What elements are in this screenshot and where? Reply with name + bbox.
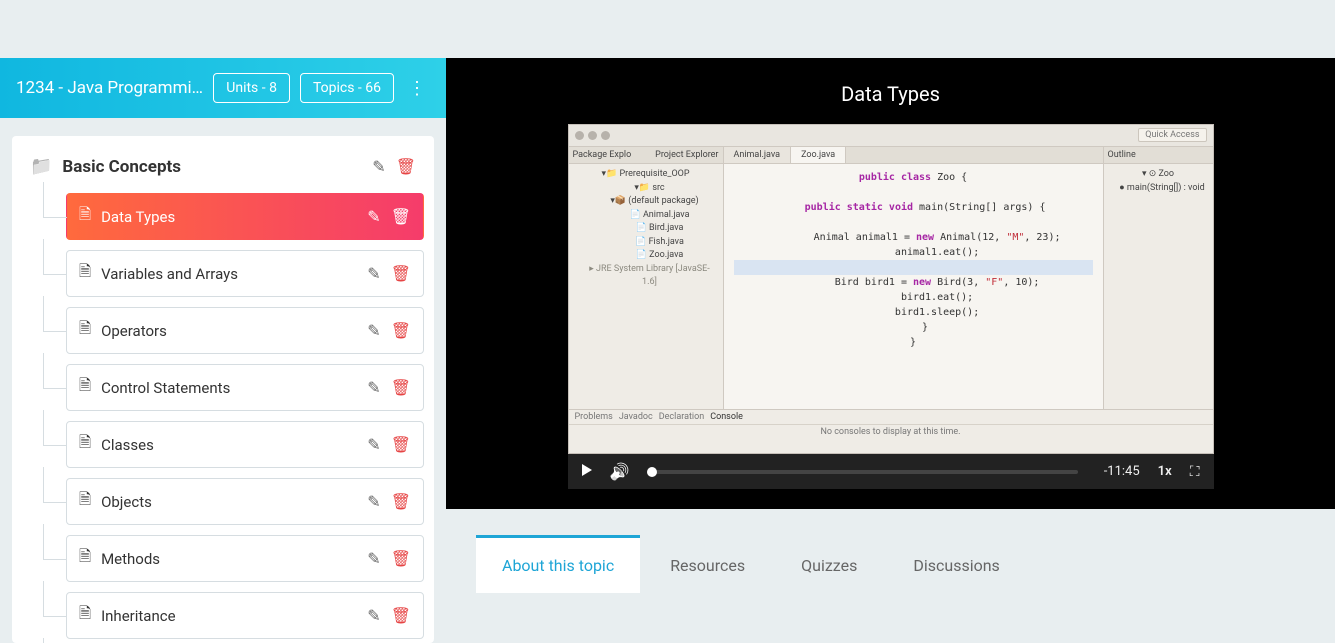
unit-label: Basic Concepts bbox=[62, 157, 372, 177]
video-controls: -11:45 1x bbox=[568, 454, 1214, 489]
video-section: Data Types Quick Access Package Explo Pro… bbox=[446, 58, 1335, 509]
units-pill[interactable]: Units - 8 bbox=[213, 73, 290, 103]
edit-icon[interactable] bbox=[367, 207, 380, 226]
topic-label: Control Statements bbox=[101, 379, 367, 397]
ide-explorer: Package Explo Project Explorer ▾📁 Prerequ… bbox=[569, 147, 724, 409]
progress-track[interactable] bbox=[647, 470, 1077, 474]
video-title: Data Types bbox=[446, 82, 1335, 106]
edit-icon[interactable] bbox=[367, 321, 380, 340]
file-icon bbox=[79, 603, 91, 628]
delete-icon[interactable] bbox=[391, 606, 411, 625]
delete-icon[interactable] bbox=[391, 492, 411, 511]
fullscreen-icon[interactable] bbox=[1190, 464, 1200, 480]
sidebar-body: Basic Concepts Data Types Variables and A… bbox=[12, 136, 434, 643]
file-icon bbox=[79, 489, 91, 514]
code-area: public class Zoo { public static void ma… bbox=[724, 164, 1103, 409]
delete-icon[interactable] bbox=[391, 378, 411, 397]
folder-icon bbox=[30, 156, 52, 177]
detail-tab[interactable]: Resources bbox=[644, 535, 771, 593]
editor-tab: Animal.java bbox=[724, 147, 792, 163]
topic-label: Classes bbox=[101, 436, 367, 454]
topic-row[interactable]: Methods bbox=[66, 535, 424, 582]
delete-icon[interactable] bbox=[391, 264, 411, 283]
detail-tab[interactable]: About this topic bbox=[476, 535, 640, 593]
ide-screenshot: Quick Access Package Explo Project Explor… bbox=[568, 124, 1214, 454]
delete-icon[interactable] bbox=[396, 157, 416, 176]
quick-access: Quick Access bbox=[1138, 128, 1206, 142]
topic-label: Variables and Arrays bbox=[101, 265, 367, 283]
edit-icon[interactable] bbox=[367, 264, 380, 283]
edit-icon[interactable] bbox=[367, 606, 380, 625]
topic-label: Objects bbox=[101, 493, 367, 511]
kebab-menu-icon[interactable] bbox=[404, 78, 430, 99]
file-icon bbox=[79, 318, 91, 343]
course-title: 1234 - Java Programmi... bbox=[16, 78, 203, 98]
detail-tab[interactable]: Quizzes bbox=[775, 535, 883, 593]
topic-row[interactable]: Data Types bbox=[66, 193, 424, 240]
explorer-tab: Package Explo bbox=[573, 150, 632, 160]
detail-tab[interactable]: Discussions bbox=[887, 535, 1025, 593]
edit-icon[interactable] bbox=[367, 435, 380, 454]
edit-icon[interactable] bbox=[372, 157, 385, 176]
edit-icon[interactable] bbox=[367, 378, 380, 397]
editor-tab-active: Zoo.java bbox=[791, 147, 846, 163]
edit-icon[interactable] bbox=[367, 549, 380, 568]
topic-label: Methods bbox=[101, 550, 367, 568]
ide-editor: Animal.java Zoo.java public class Zoo { … bbox=[724, 147, 1103, 409]
file-icon bbox=[79, 375, 91, 400]
detail-tabs: About this topicResourcesQuizzesDiscussi… bbox=[446, 509, 1335, 593]
delete-icon[interactable] bbox=[391, 549, 411, 568]
ide-outline: Outline ▾ ⊙ Zoo ● main(String[]) : void bbox=[1103, 147, 1213, 409]
ide-console-panel: Problems Javadoc Declaration Console No … bbox=[569, 409, 1213, 453]
file-icon bbox=[79, 204, 91, 229]
topic-row[interactable]: Control Statements bbox=[66, 364, 424, 411]
project-tab: Project Explorer bbox=[655, 150, 718, 160]
sidebar: 1234 - Java Programmi... Units - 8 Topic… bbox=[0, 58, 446, 643]
playback-speed[interactable]: 1x bbox=[1158, 464, 1172, 479]
ide-toolbar: Quick Access bbox=[569, 125, 1213, 147]
file-icon bbox=[79, 432, 91, 457]
topic-row[interactable]: Inheritance bbox=[66, 592, 424, 639]
file-tree: ▾📁 Prerequisite_OOP ▾📁 src ▾📦 (default p… bbox=[569, 164, 723, 294]
time-remaining: -11:45 bbox=[1096, 464, 1140, 479]
sidebar-header: 1234 - Java Programmi... Units - 8 Topic… bbox=[0, 58, 446, 118]
topics-list: Data Types Variables and Arrays Operators C… bbox=[22, 193, 424, 643]
topic-label: Operators bbox=[101, 322, 367, 340]
topic-label: Inheritance bbox=[101, 607, 367, 625]
topic-label: Data Types bbox=[101, 208, 367, 226]
delete-icon[interactable] bbox=[391, 207, 411, 226]
volume-icon[interactable] bbox=[610, 462, 630, 481]
edit-icon[interactable] bbox=[367, 492, 380, 511]
topic-row[interactable]: Classes bbox=[66, 421, 424, 468]
unit-row[interactable]: Basic Concepts bbox=[22, 146, 424, 187]
window-controls bbox=[575, 131, 610, 140]
video-frame: Quick Access Package Explo Project Explor… bbox=[568, 124, 1214, 489]
topic-row[interactable]: Variables and Arrays bbox=[66, 250, 424, 297]
play-icon[interactable] bbox=[582, 464, 592, 480]
delete-icon[interactable] bbox=[391, 435, 411, 454]
content-panel: Data Types Quick Access Package Explo Pro… bbox=[446, 58, 1335, 643]
topic-row[interactable]: Operators bbox=[66, 307, 424, 354]
delete-icon[interactable] bbox=[391, 321, 411, 340]
topic-row[interactable]: Objects bbox=[66, 478, 424, 525]
file-icon bbox=[79, 546, 91, 571]
topics-pill[interactable]: Topics - 66 bbox=[300, 73, 394, 103]
file-icon bbox=[79, 261, 91, 286]
